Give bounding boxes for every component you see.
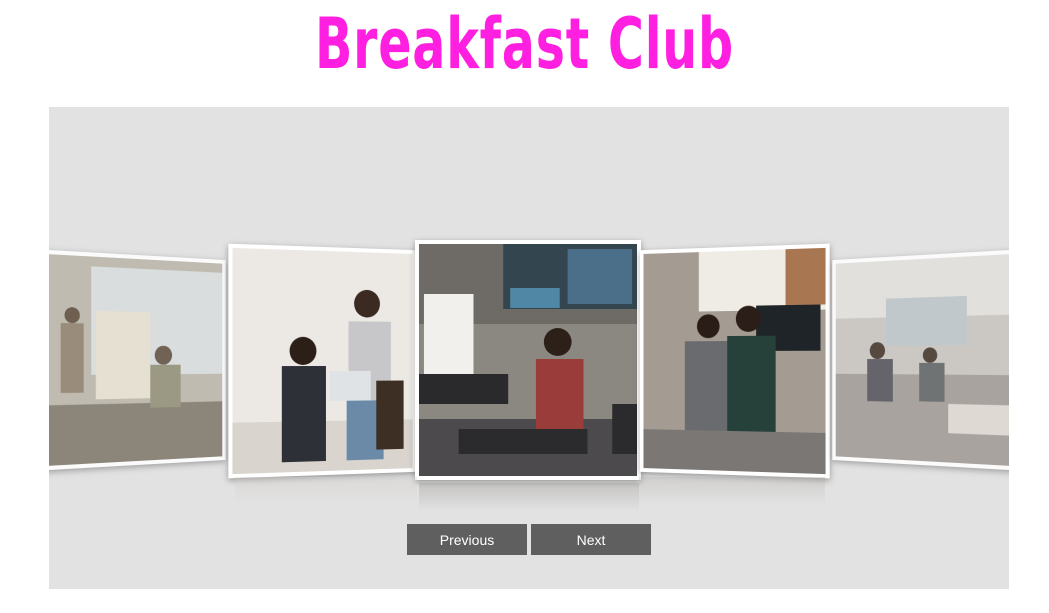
slide-reflection: [639, 477, 825, 517]
next-button[interactable]: Next: [531, 524, 651, 555]
slide-photo: [232, 247, 413, 475]
slide-photo: [49, 253, 223, 467]
carousel-slide-1[interactable]: [49, 249, 226, 471]
page-title: Breakfast Club: [314, 3, 735, 85]
slide-photo: [835, 253, 1009, 467]
carousel-slide-3-active[interactable]: [415, 240, 641, 480]
carousel-slide-5[interactable]: [832, 249, 1009, 471]
carousel-slide-4[interactable]: [639, 243, 830, 479]
slide-photo: [419, 244, 637, 476]
slide-photo: [643, 247, 826, 475]
previous-button[interactable]: Previous: [407, 524, 527, 555]
photo-carousel[interactable]: Previous Next: [49, 107, 1009, 589]
carousel-slide-2[interactable]: [228, 243, 417, 479]
slide-reflection: [419, 483, 639, 523]
slide-reflection: [235, 477, 417, 517]
